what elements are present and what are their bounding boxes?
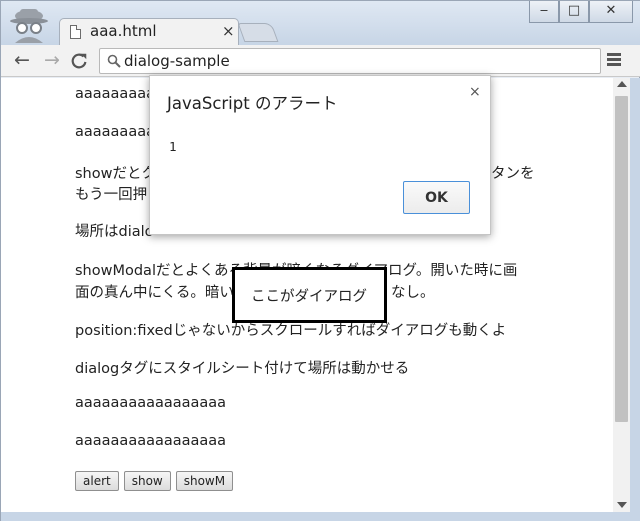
alert-button[interactable]: alert — [75, 471, 119, 491]
text-line: 面の真ん中にくる。暗い — [75, 285, 234, 301]
vertical-scrollbar[interactable] — [613, 78, 630, 512]
text-line: もう一回押 — [75, 187, 148, 203]
window-border-bottom — [1, 512, 640, 521]
text-line: aaaaaaaaa — [75, 124, 155, 140]
alert-close-icon[interactable]: × — [469, 84, 481, 100]
window-controls: ‒ □ ✕ — [529, 1, 633, 23]
scroll-up-icon[interactable] — [617, 81, 627, 87]
window-border-right — [630, 78, 640, 521]
minimize-button[interactable]: ‒ — [529, 1, 559, 23]
scroll-thumb[interactable] — [615, 96, 628, 422]
javascript-alert: JavaScript のアラート × 1 OK — [149, 75, 491, 235]
text-line: 場所はdialo — [75, 224, 154, 240]
maximize-button[interactable]: □ — [559, 1, 589, 23]
text-line-fragment: なし。 — [391, 285, 435, 301]
show-button[interactable]: show — [123, 471, 171, 491]
text-line: aaaaaaaaaaaaaaaaa — [75, 395, 227, 411]
back-arrow-icon[interactable]: ← — [11, 50, 33, 70]
text-line: dialogタグにスタイルシート付けて場所は動かせる — [75, 361, 410, 377]
text-line: aaaaaaaaa — [75, 86, 155, 102]
close-window-button[interactable]: ✕ — [589, 1, 633, 23]
dialog-text: ここがダイアログ — [251, 289, 367, 305]
text-line-fragment: タンを — [491, 166, 535, 182]
menu-icon[interactable] — [607, 53, 623, 67]
new-tab-button[interactable] — [237, 23, 279, 42]
text-line: showだとク — [75, 166, 156, 182]
alert-message: 1 — [169, 139, 177, 154]
dialog-element: ここがダイアログ — [232, 267, 387, 323]
search-icon — [107, 54, 121, 68]
toolbar: ← → dialog-sample — [1, 45, 640, 77]
document-icon — [70, 25, 81, 39]
forward-arrow-icon[interactable]: → — [41, 50, 63, 70]
tab-close-icon[interactable]: × — [222, 22, 235, 40]
alert-ok-button[interactable]: OK — [403, 181, 470, 214]
alert-title: JavaScript のアラート — [167, 94, 338, 113]
incognito-icon — [10, 9, 48, 43]
tab-aaa-html[interactable]: aaa.html × — [59, 18, 239, 46]
button-row: alert show showM — [75, 471, 234, 491]
reload-icon[interactable] — [69, 51, 89, 71]
text-line: aaaaaaaaaaaaaaaaa — [75, 433, 227, 449]
title-bar: aaa.html × ‒ □ ✕ — [1, 1, 640, 46]
tab-title: aaa.html — [90, 22, 157, 40]
browser-window: aaa.html × ‒ □ ✕ ← → dialog-sample aaaaa… — [0, 0, 640, 521]
show-modal-button[interactable]: showM — [175, 471, 234, 491]
scroll-down-icon[interactable] — [617, 502, 627, 508]
address-bar[interactable]: dialog-sample — [99, 48, 601, 74]
address-text[interactable]: dialog-sample — [124, 52, 230, 70]
